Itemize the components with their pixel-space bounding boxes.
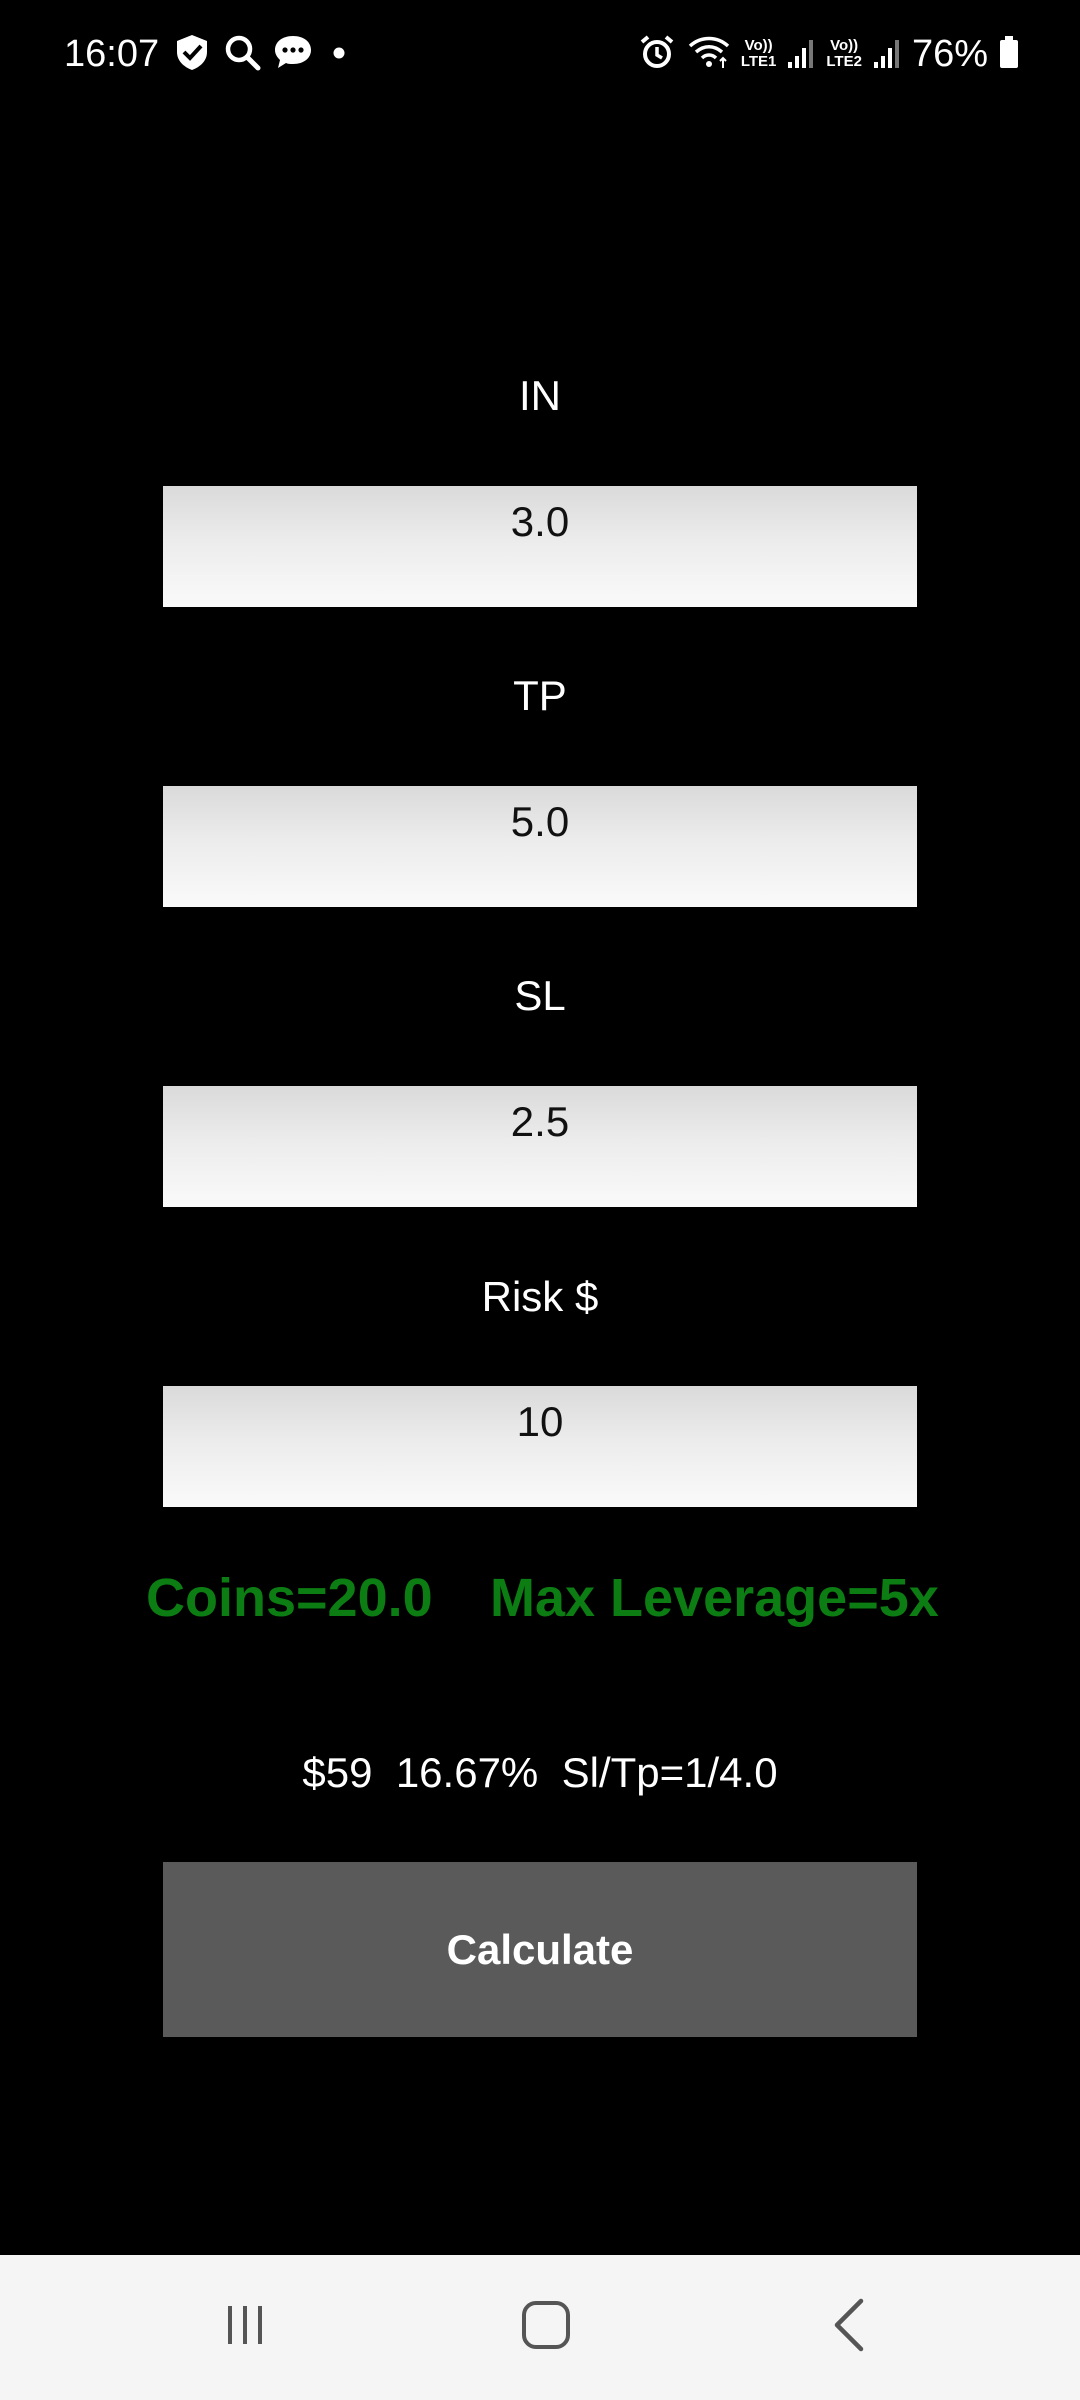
in-value: 3.0 (510, 498, 570, 545)
dot-icon (324, 32, 354, 77)
calculate-button[interactable]: Calculate (163, 1862, 917, 2037)
tp-value: 5.0 (510, 798, 570, 845)
signal-1-icon (786, 32, 816, 77)
back-button[interactable] (780, 2255, 920, 2400)
lte2-indicator: Vo)) LTE2 (826, 38, 862, 70)
risk-value: 10 (516, 1398, 564, 1445)
status-bar: 16:07 Vo)) LTE1 Vo)) LTE2 76% (0, 0, 1080, 110)
lte1-bottom: LTE1 (740, 53, 777, 70)
shield-check-icon (172, 32, 212, 77)
lte2-bottom: LTE2 (826, 53, 862, 70)
max-leverage-result: Max Leverage=5x (490, 1568, 939, 1628)
back-icon (825, 2297, 875, 2358)
risk-label: Risk $ (481, 1273, 599, 1320)
battery-percent: 76% (911, 33, 988, 75)
status-left-icons (172, 30, 354, 78)
lte1-top: Vo)) (744, 37, 773, 54)
signal-2-icon (872, 32, 902, 77)
alarm-icon (637, 32, 677, 77)
recent-apps-icon (220, 2300, 270, 2355)
status-right-icons: Vo)) LTE1 Vo)) LTE2 76% (637, 28, 1020, 80)
chat-bubble-icon (272, 32, 314, 77)
risk-input[interactable]: 10 (163, 1386, 917, 1507)
tp-label: TP (513, 672, 567, 719)
coins-result: Coins=20.0 (146, 1568, 433, 1628)
in-input[interactable]: 3.0 (163, 486, 917, 607)
sl-value: 2.5 (510, 1098, 570, 1145)
sl-input[interactable]: 2.5 (163, 1086, 917, 1207)
sl-label: SL (514, 972, 566, 1019)
wifi-icon (687, 32, 731, 77)
home-button[interactable] (476, 2255, 616, 2400)
recent-apps-button[interactable] (175, 2255, 315, 2400)
search-icon (222, 32, 262, 77)
tp-input[interactable]: 5.0 (163, 786, 917, 907)
results-row: Coins=20.0 Max Leverage=5x (0, 1562, 1080, 1634)
status-time: 16:07 (64, 33, 160, 75)
lte2-top: Vo)) (830, 37, 859, 54)
home-icon (520, 2299, 572, 2356)
summary-text: $59 16.67% Sl/Tp=1/4.0 (302, 1749, 778, 1796)
lte1-indicator: Vo)) LTE1 (741, 38, 777, 70)
in-label: IN (519, 372, 561, 419)
navigation-bar (0, 2255, 1080, 2400)
battery-icon (998, 32, 1020, 77)
